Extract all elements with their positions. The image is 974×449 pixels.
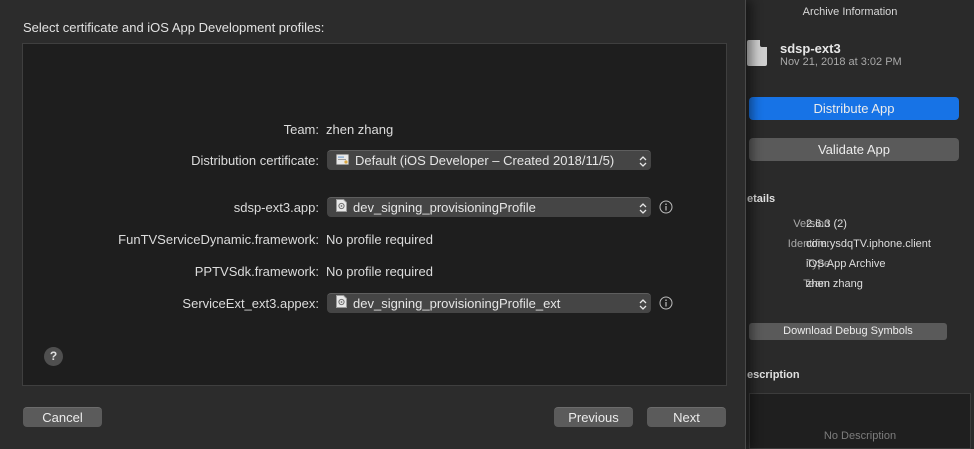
team-value: zhen zhang	[326, 122, 394, 137]
certificate-icon	[336, 151, 349, 171]
provisioning-profile-icon	[336, 198, 347, 218]
team-label: Team:	[283, 122, 319, 137]
info-icon[interactable]	[659, 296, 673, 310]
app-profile-popup[interactable]: dev_signing_provisioningProfile	[327, 197, 651, 217]
team-row: Team: zhen zhang	[23, 121, 728, 141]
archive-info-panel: Archive Information sdsp-ext3 Nov 21, 20…	[724, 0, 974, 449]
detail-value: com.ysdqTV.iphone.client	[806, 238, 931, 250]
previous-button[interactable]: Previous	[554, 407, 633, 427]
description-heading: escription	[747, 369, 800, 381]
archive-date: Nov 21, 2018 at 3:02 PM	[780, 56, 902, 68]
certificate-row: Distribution certificate: Default (iOS D…	[23, 150, 728, 172]
description-placeholder: No Description	[823, 430, 897, 442]
up-down-chevron-icon	[639, 154, 647, 167]
ext-profile-value: dev_signing_provisioningProfile_ext	[353, 296, 561, 311]
description-textarea[interactable]: No Description	[749, 393, 971, 449]
up-down-chevron-icon	[639, 297, 647, 310]
archive-info-title: Archive Information	[802, 6, 898, 18]
ext-profile-row: ServiceExt_ext3.appex: dev_signing_provi…	[23, 293, 728, 315]
certificate-popup[interactable]: Default (iOS Developer – Created 2018/11…	[327, 150, 651, 170]
pptv-label: PPTVSdk.framework:	[194, 264, 319, 279]
download-debug-symbols-button[interactable]: Download Debug Symbols	[749, 323, 947, 340]
app-label: sdsp-ext3.app:	[233, 200, 319, 215]
funtv-row: FunTVServiceDynamic.framework: No profil…	[23, 231, 728, 251]
funtv-label: FunTVServiceDynamic.framework:	[118, 232, 319, 247]
archive-name: sdsp-ext3	[780, 41, 841, 56]
pptv-row: PPTVSdk.framework: No profile required	[23, 263, 728, 283]
provisioning-profile-icon	[336, 294, 347, 314]
app-profile-row: sdsp-ext3.app: dev_signing_provisioningP…	[23, 197, 728, 219]
info-icon[interactable]	[659, 200, 673, 214]
detail-value: 2.6.3 (2)	[806, 218, 847, 230]
detail-value: zhen zhang	[806, 278, 863, 290]
app-profile-value: dev_signing_provisioningProfile	[353, 200, 536, 215]
detail-value: iOS App Archive	[806, 258, 886, 270]
validate-app-button[interactable]: Validate App	[749, 138, 959, 161]
signing-sheet: Select certificate and iOS App Developme…	[0, 0, 746, 449]
archive-document-icon	[747, 40, 767, 66]
cancel-button[interactable]: Cancel	[23, 407, 102, 427]
signing-options-box: Team: zhen zhang Distribution certificat…	[22, 43, 727, 386]
next-button[interactable]: Next	[647, 407, 726, 427]
pptv-value: No profile required	[326, 264, 433, 279]
details-heading: etails	[747, 193, 776, 205]
sheet-heading: Select certificate and iOS App Developme…	[23, 20, 325, 35]
ext-label: ServiceExt_ext3.appex:	[182, 296, 319, 311]
certificate-label: Distribution certificate:	[191, 153, 319, 168]
funtv-value: No profile required	[326, 232, 433, 247]
distribute-app-button[interactable]: Distribute App	[749, 97, 959, 120]
help-button[interactable]: ?	[44, 347, 63, 366]
up-down-chevron-icon	[639, 201, 647, 214]
certificate-value: Default (iOS Developer – Created 2018/11…	[355, 153, 615, 168]
ext-profile-popup[interactable]: dev_signing_provisioningProfile_ext	[327, 293, 651, 313]
